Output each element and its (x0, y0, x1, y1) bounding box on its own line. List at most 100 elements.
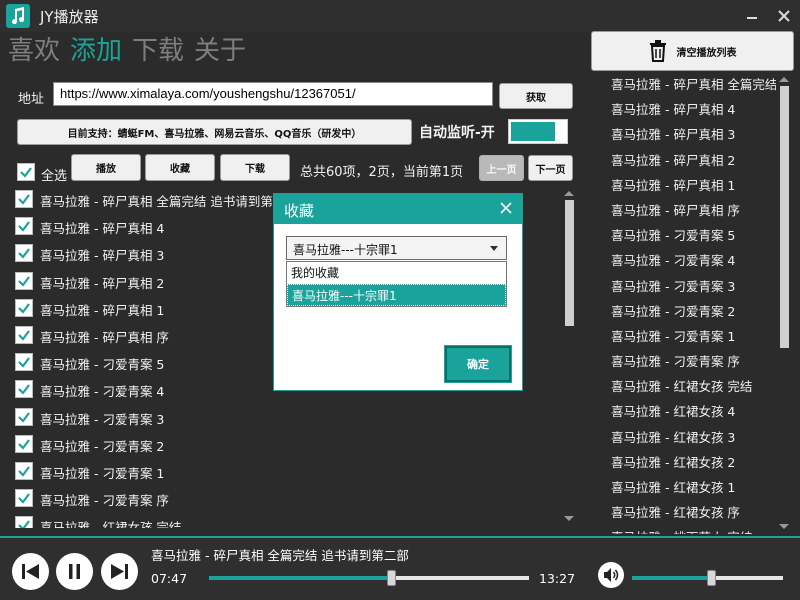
playlist-item[interactable]: 喜马拉雅 - 红裙女孩 2 (606, 450, 776, 475)
playlist-item[interactable]: 喜马拉雅 - 刁爱青案 序 (606, 349, 776, 374)
tab-download[interactable]: 下载 (132, 34, 184, 68)
dialog-title: 收藏 (284, 202, 315, 220)
title-bar: JY播放器 (0, 0, 800, 32)
select-all-checkbox[interactable] (17, 163, 35, 181)
item-checkbox[interactable] (15, 244, 33, 263)
volume-icon[interactable] (598, 562, 624, 588)
item-checkbox[interactable] (15, 217, 33, 236)
list-item[interactable]: 喜马拉雅 - 刁爱青案 1 (14, 458, 560, 485)
list-item[interactable]: 喜马拉雅 - 刁爱青案 序 (14, 485, 560, 512)
item-checkbox[interactable] (15, 516, 33, 528)
main-tabs: 喜欢 添加 下载 关于 (8, 34, 246, 68)
playlist-item[interactable]: 喜马拉雅 - 碎尸真相 序 (606, 198, 776, 223)
close-icon[interactable] (770, 2, 798, 30)
item-title: 喜马拉雅 - 碎尸真相 全篇完结 追书请到第二部 (40, 194, 298, 209)
playlist-item[interactable]: 喜马拉雅 - 红裙女孩 4 (606, 399, 776, 424)
item-title: 喜马拉雅 - 刁爱青案 2 (40, 438, 165, 454)
item-title: 喜马拉雅 - 刁爱青案 4 (40, 384, 165, 400)
auto-monitor-toggle[interactable] (508, 119, 568, 144)
item-title: 喜马拉雅 - 碎尸真相 3 (40, 248, 165, 264)
item-checkbox[interactable] (15, 298, 33, 317)
item-title: 喜马拉雅 - 刁爱青案 序 (40, 493, 169, 509)
address-label: 地址 (18, 92, 45, 107)
minimize-icon[interactable] (738, 2, 766, 30)
item-checkbox[interactable] (15, 190, 33, 208)
dialog-header: 收藏 (274, 194, 522, 224)
item-title: 喜马拉雅 - 碎尸真相 4 (40, 221, 165, 237)
playlist-item[interactable]: 喜马拉雅 - 刁爱青案 5 (606, 223, 776, 248)
scroll-thumb[interactable] (565, 200, 574, 326)
volume-knob[interactable] (707, 570, 716, 586)
prev-page-button[interactable]: 上一页 (479, 155, 524, 181)
item-checkbox[interactable] (15, 434, 33, 453)
item-title: 喜马拉雅 - 刁爱青案 1 (40, 465, 165, 481)
item-title: 喜马拉雅 - 碎尸真相 序 (40, 329, 169, 345)
pause-icon[interactable] (56, 553, 93, 590)
next-icon[interactable] (101, 553, 138, 590)
playlist-item[interactable]: 喜马拉雅 - 刁爱青案 2 (606, 299, 776, 324)
track-list-scrollbar[interactable] (562, 186, 576, 526)
collection-dropdown: 我的收藏 喜马拉雅---十宗罪1 (286, 261, 507, 307)
playlist-item[interactable]: 喜马拉雅 - 红裙女孩 序 (606, 500, 776, 525)
item-title: 喜马拉雅 - 刁爱青案 3 (40, 411, 165, 427)
playlist-item[interactable]: 喜马拉雅 - 红裙女孩 1 (606, 475, 776, 500)
dropdown-option[interactable]: 喜马拉雅---十宗罪1 (287, 284, 506, 306)
close-icon[interactable] (498, 200, 514, 216)
select-all-label: 全选 (41, 169, 68, 184)
playlist-item[interactable]: 喜马拉雅 - 碎尸真相 4 (606, 97, 776, 122)
collection-select[interactable]: 喜马拉雅---十宗罪1 (286, 236, 507, 260)
favorite-dialog: 收藏 喜马拉雅---十宗罪1 我的收藏 喜马拉雅---十宗罪1 确定 (273, 193, 523, 391)
item-checkbox[interactable] (15, 489, 33, 508)
progress-knob[interactable] (387, 570, 396, 586)
playlist-item[interactable]: 喜马拉雅 - 碎尸真相 3 (606, 122, 776, 147)
window-title: JY播放器 (40, 8, 99, 26)
playlist-item[interactable]: 喜马拉雅 - 刁爱青案 3 (606, 274, 776, 299)
trash-icon (649, 40, 666, 62)
dropdown-option[interactable]: 我的收藏 (287, 262, 506, 284)
list-item[interactable]: 喜马拉雅 - 刁爱青案 3 (14, 404, 560, 431)
item-checkbox[interactable] (15, 271, 33, 290)
play-button[interactable]: 播放 (71, 154, 141, 181)
item-checkbox[interactable] (15, 325, 33, 344)
item-checkbox[interactable] (15, 380, 33, 399)
item-title: 喜马拉雅 - 碎尸真相 1 (40, 302, 165, 318)
chevron-down-icon (490, 246, 498, 251)
address-input[interactable]: https://www.ximalaya.com/youshengshu/123… (53, 82, 493, 106)
support-info-button[interactable]: 目前支持：蜻蜓FM、喜马拉雅、网易云音乐、QQ音乐（研发中） (17, 119, 412, 145)
favorite-button[interactable]: 收藏 (145, 154, 215, 181)
tab-about[interactable]: 关于 (194, 34, 246, 68)
page-status: 总共60项，2页，当前第1页 (300, 165, 464, 180)
playlist-item[interactable]: 喜马拉雅 - 桃下花人 完结 (606, 525, 776, 534)
playlist-item[interactable]: 喜马拉雅 - 碎尸真相 1 (606, 173, 776, 198)
playlist-scrollbar[interactable] (776, 72, 792, 534)
item-title: 喜马拉雅 - 刁爱青案 5 (40, 357, 165, 373)
item-checkbox[interactable] (15, 461, 33, 480)
playlist-item[interactable]: 喜马拉雅 - 红裙女孩 完结 (606, 374, 776, 399)
elapsed-time: 07:47 (151, 571, 188, 586)
next-page-button[interactable]: 下一页 (528, 155, 573, 181)
download-button[interactable]: 下载 (220, 154, 290, 181)
item-checkbox[interactable] (15, 407, 33, 426)
playlist-item[interactable]: 喜马拉雅 - 碎尸真相 2 (606, 148, 776, 173)
item-title: 喜马拉雅 - 红裙女孩 完结 (40, 520, 182, 528)
total-time: 13:27 (539, 571, 576, 586)
list-item[interactable]: 喜马拉雅 - 红裙女孩 完结 (14, 512, 560, 528)
playlist-item[interactable]: 喜马拉雅 - 红裙女孩 3 (606, 425, 776, 450)
fetch-button[interactable]: 获取 (499, 83, 573, 109)
item-checkbox[interactable] (15, 353, 33, 372)
playlist-scroll-thumb[interactable] (780, 86, 789, 348)
auto-monitor-label: 自动监听-开 (419, 125, 495, 141)
progress-slider[interactable] (209, 576, 529, 580)
list-item[interactable]: 喜马拉雅 - 刁爱青案 2 (14, 431, 560, 458)
tab-favorites[interactable]: 喜欢 (8, 34, 60, 68)
confirm-button[interactable]: 确定 (444, 345, 512, 383)
prev-icon[interactable] (12, 553, 49, 590)
playlist-item[interactable]: 喜马拉雅 - 刁爱青案 1 (606, 324, 776, 349)
clear-playlist-button[interactable]: 清空播放列表 (591, 31, 794, 71)
playlist-item[interactable]: 喜马拉雅 - 碎尸真相 全篇完结 (606, 72, 776, 97)
tab-add[interactable]: 添加 (70, 34, 122, 68)
playlist-item[interactable]: 喜马拉雅 - 刁爱青案 4 (606, 248, 776, 273)
music-note-icon (6, 4, 30, 28)
playlist: 喜马拉雅 - 碎尸真相 全篇完结 喜马拉雅 - 碎尸真相 4 喜马拉雅 - 碎尸真相… (606, 72, 776, 534)
clear-playlist-label: 清空播放列表 (676, 47, 737, 59)
